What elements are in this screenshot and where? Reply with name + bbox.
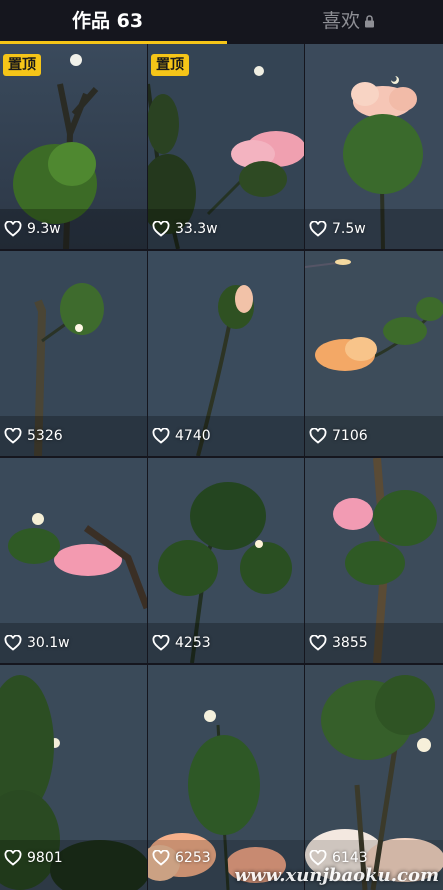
profile-tabs: 作品 63 喜欢 <box>0 0 443 44</box>
like-count: 30.1w <box>4 633 70 653</box>
tab-likes-label: 喜欢 <box>322 10 361 32</box>
video-thumbnail[interactable]: 6253 <box>148 665 304 890</box>
heart-icon <box>4 850 22 866</box>
video-thumbnail[interactable]: 置顶 9.3w <box>0 44 147 249</box>
like-count-text: 7.5w <box>332 221 366 237</box>
heart-icon <box>309 221 327 237</box>
like-count-text: 9801 <box>27 850 63 866</box>
heart-icon <box>152 428 170 444</box>
video-thumbnail[interactable]: 4740 <box>148 251 304 456</box>
lock-icon <box>364 7 375 37</box>
video-grid: 置顶 9.3w 置顶 33.3w 7.5w 5326 4740 7106 30.… <box>0 44 443 890</box>
video-thumbnail[interactable]: 置顶 33.3w <box>148 44 304 249</box>
video-thumbnail[interactable]: 3855 <box>305 458 443 663</box>
like-count: 4253 <box>152 633 211 653</box>
video-thumbnail[interactable]: 7.5w <box>305 44 443 249</box>
like-count: 33.3w <box>152 219 218 239</box>
video-thumbnail[interactable]: 4253 <box>148 458 304 663</box>
heart-icon <box>309 850 327 866</box>
video-thumbnail[interactable]: 5326 <box>0 251 147 456</box>
video-thumbnail[interactable]: 6143 <box>305 665 443 890</box>
like-count: 7.5w <box>309 219 366 239</box>
like-count-text: 9.3w <box>27 221 61 237</box>
heart-icon <box>309 428 327 444</box>
like-count-text: 4740 <box>175 428 211 444</box>
video-thumbnail[interactable]: 9801 <box>0 665 147 890</box>
heart-icon <box>152 221 170 237</box>
like-count-text: 33.3w <box>175 221 218 237</box>
like-count-text: 6253 <box>175 850 211 866</box>
heart-icon <box>4 635 22 651</box>
like-count: 6253 <box>152 848 211 868</box>
heart-icon <box>4 428 22 444</box>
like-count-text: 6143 <box>332 850 368 866</box>
video-thumbnail[interactable]: 7106 <box>305 251 443 456</box>
watermark: www.xunjbaoku.com <box>234 865 439 886</box>
tab-works[interactable]: 作品 63 <box>72 6 143 36</box>
like-count-text: 5326 <box>27 428 63 444</box>
pinned-badge: 置顶 <box>3 54 41 76</box>
like-count-text: 3855 <box>332 635 368 651</box>
like-count-text: 4253 <box>175 635 211 651</box>
heart-icon <box>309 635 327 651</box>
tab-likes[interactable]: 喜欢 <box>322 6 375 36</box>
heart-icon <box>152 635 170 651</box>
like-count: 9801 <box>4 848 63 868</box>
like-count-text: 30.1w <box>27 635 70 651</box>
heart-icon <box>4 221 22 237</box>
like-count: 9.3w <box>4 219 61 239</box>
heart-icon <box>152 850 170 866</box>
like-count: 3855 <box>309 633 368 653</box>
pinned-badge: 置顶 <box>151 54 189 76</box>
like-count-text: 7106 <box>332 428 368 444</box>
like-count: 7106 <box>309 426 368 446</box>
video-thumbnail[interactable]: 30.1w <box>0 458 147 663</box>
like-count: 5326 <box>4 426 63 446</box>
like-count: 4740 <box>152 426 211 446</box>
